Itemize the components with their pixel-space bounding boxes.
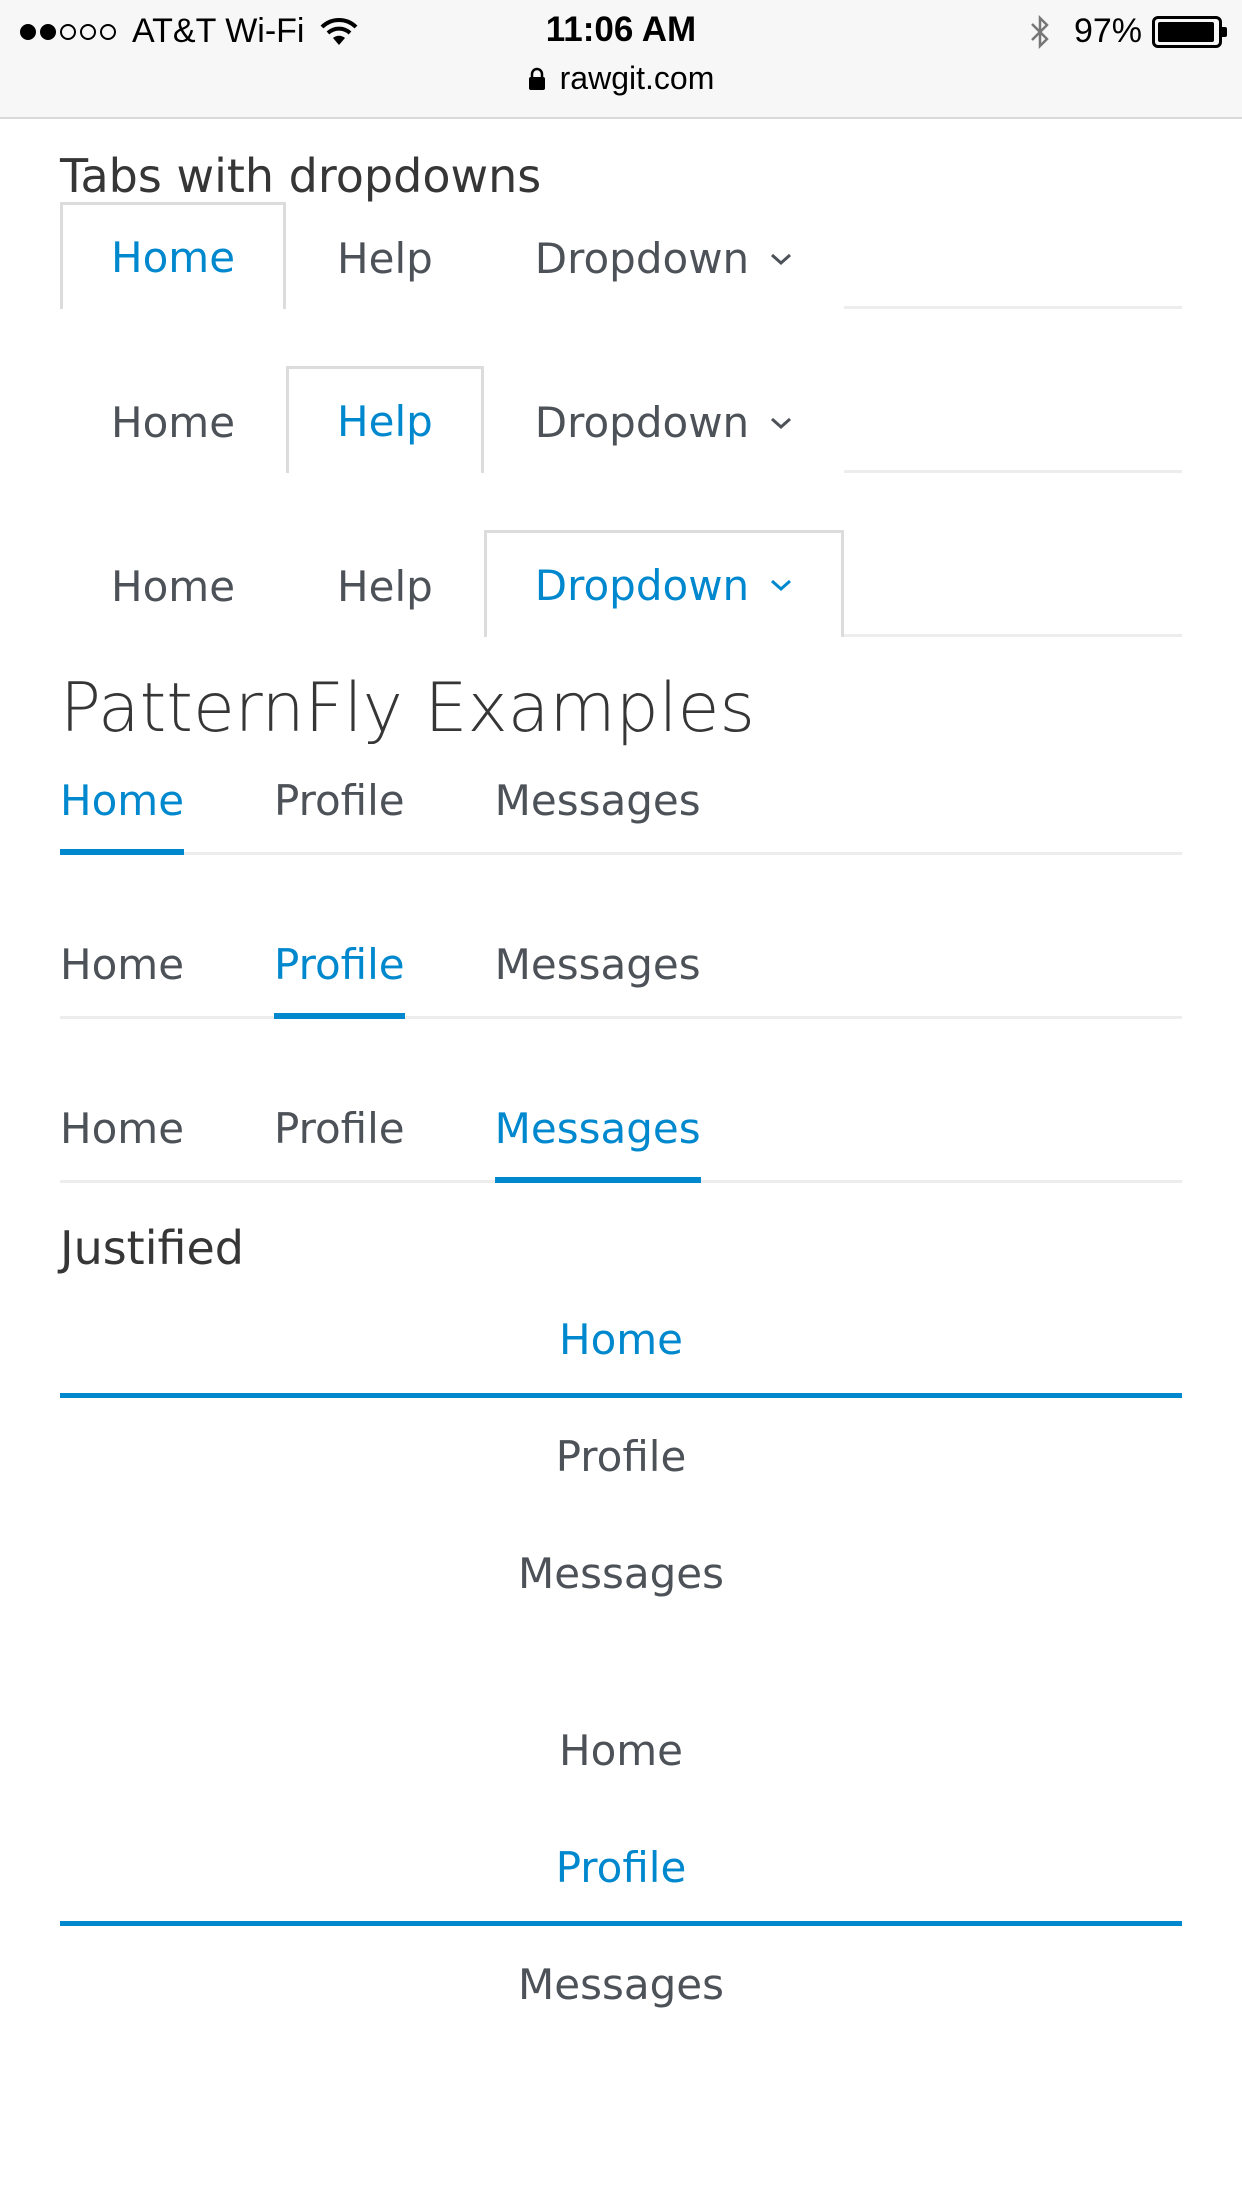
tab-home[interactable]: Home (60, 912, 184, 1016)
tab-label: Messages (518, 1960, 724, 2009)
dropdown-tab-bar: Home Help Dropdown (60, 366, 1182, 473)
tab-label: Home (111, 562, 236, 611)
tab-label: Dropdown (534, 398, 750, 447)
tab-help[interactable]: Help (286, 366, 484, 473)
section-title-dropdowns: Tabs with dropdowns (60, 149, 542, 203)
tab-label: Home (558, 1726, 684, 1775)
page-content: Tabs with dropdowns Home Help Dropdown Home… (60, 119, 1182, 2043)
justified-tab-list: Home Profile Messages (60, 1692, 1182, 2043)
section-title-patternfly: PatternFly Examples (60, 669, 755, 748)
tab-home[interactable]: Home (60, 369, 287, 473)
tab-label: Dropdown (534, 234, 750, 283)
tab-help[interactable]: Help (286, 533, 484, 637)
tab-label: Profile (555, 1432, 687, 1481)
dropdown-tab-bar: Home Help Dropdown (60, 202, 1182, 309)
bluetooth-icon (1031, 14, 1049, 49)
tab-label: Dropdown (534, 560, 750, 610)
battery-fill (1158, 21, 1215, 42)
patternfly-tab-bar: Home Profile Messages (60, 1079, 1182, 1183)
browser-status-bar: AT&T Wi-Fi 11:06 AM 97% rawgit.com (0, 0, 1242, 119)
patternfly-tab-bar: Home Profile Messages (60, 915, 1182, 1019)
tab-label: Profile (555, 1843, 687, 1892)
tab-label: Help (337, 562, 433, 611)
tab-label: Messages (494, 775, 701, 825)
tab-profile[interactable]: Profile (60, 1809, 1182, 1926)
tab-profile[interactable]: Profile (274, 912, 405, 1019)
tab-label: Home (111, 398, 236, 447)
tab-profile[interactable]: Profile (274, 748, 405, 852)
tab-label: Messages (494, 939, 701, 989)
tab-label: Profile (274, 939, 405, 989)
tab-messages[interactable]: Messages (60, 1515, 1182, 1632)
tab-home[interactable]: Home (60, 1076, 184, 1180)
tab-label: Profile (274, 1103, 405, 1153)
tab-home[interactable]: Home (60, 1692, 1182, 1809)
tab-home[interactable]: Home (60, 748, 185, 855)
tab-label: Help (337, 396, 433, 446)
tab-label: Messages (518, 1549, 724, 1598)
section-title-justified: Justified (60, 1221, 244, 1275)
tab-profile[interactable]: Profile (274, 1076, 405, 1180)
tab-messages[interactable]: Messages (495, 748, 701, 852)
tab-profile[interactable]: Profile (60, 1398, 1182, 1515)
tab-label: Home (111, 232, 236, 282)
tab-label: Home (60, 775, 185, 825)
url-text: rawgit.com (559, 60, 715, 96)
tab-home[interactable]: Home (60, 533, 287, 637)
url-bar[interactable]: rawgit.com (0, 60, 1242, 97)
justified-tabs-group: Home Profile Messages Home Profile Messages (60, 1281, 1182, 2043)
tab-help[interactable]: Help (286, 205, 484, 309)
tab-dropdown[interactable]: Dropdown (483, 530, 845, 637)
dropdown-tab-bar: Home Help Dropdown (60, 530, 1182, 637)
chevron-down-icon (771, 579, 792, 592)
tab-label: Home (60, 1103, 185, 1153)
tab-messages[interactable]: Messages (495, 912, 701, 1016)
tab-home[interactable]: Home (60, 1281, 1182, 1398)
lock-icon (528, 67, 545, 90)
tab-dropdown[interactable]: Dropdown (483, 369, 845, 473)
tab-label: Help (337, 234, 433, 283)
tab-label: Profile (274, 775, 405, 825)
patternfly-tab-bar: Home Profile Messages (60, 751, 1182, 855)
chevron-down-icon (771, 253, 792, 265)
battery-icon (1152, 15, 1227, 48)
tab-label: Home (60, 939, 185, 989)
dropdown-tabs-group: Home Help Dropdown Home Help Dropdown Home Help… (60, 202, 1182, 637)
tab-label: Home (558, 1315, 684, 1364)
battery-area: 97% (1028, 12, 1227, 51)
chevron-down-icon (771, 417, 792, 429)
justified-tab-list: Home Profile Messages (60, 1281, 1182, 1632)
tab-messages[interactable]: Messages (60, 1926, 1182, 2043)
tab-messages[interactable]: Messages (494, 1076, 701, 1183)
tab-label: Messages (494, 1103, 701, 1153)
battery-percent: 97% (1073, 12, 1142, 50)
patternfly-tabs-group: Home Profile Messages Home Profile Messages Ho… (60, 751, 1182, 1183)
tab-home[interactable]: Home (60, 202, 287, 309)
tab-dropdown[interactable]: Dropdown (483, 205, 845, 309)
